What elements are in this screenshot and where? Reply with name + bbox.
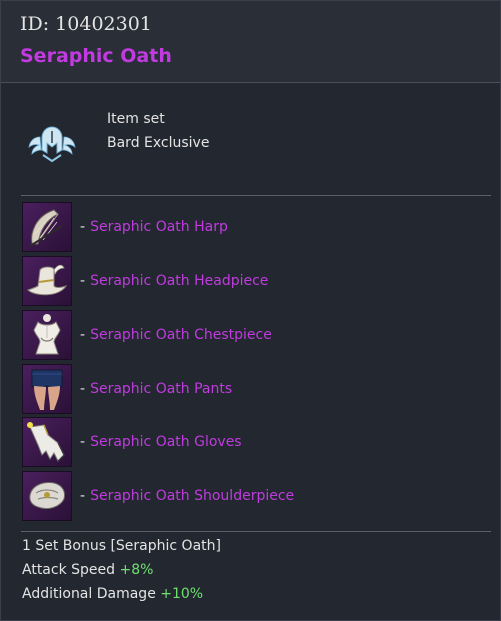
set-piece-gloves[interactable]: - Seraphic Oath Gloves [22,417,482,467]
piece-dash: - [80,488,86,504]
piece-link-gloves[interactable]: Seraphic Oath Gloves [90,434,242,450]
set-piece-harp[interactable]: - Seraphic Oath Harp [22,202,482,252]
bonus-stat-value: +10% [160,586,204,602]
piece-dash: - [80,327,86,343]
piece-link-chestpiece[interactable]: Seraphic Oath Chestpiece [90,327,272,343]
set-type-label: Item set [107,111,165,127]
piece-dash: - [80,381,86,397]
item-id: ID: 10402301 [20,13,152,35]
piece-dash: - [80,434,86,450]
piece-dash: - [80,273,86,289]
piece-link-headpiece[interactable]: Seraphic Oath Headpiece [90,273,268,289]
harp-icon [22,202,72,252]
bonus-stat-additional-damage: Additional Damage +10% [22,586,203,602]
set-piece-headpiece[interactable]: - Seraphic Oath Headpiece [22,256,482,306]
piece-link-harp[interactable]: Seraphic Oath Harp [90,219,228,235]
set-piece-shoulderpiece[interactable]: - Seraphic Oath Shoulderpiece [22,471,482,521]
piece-dash: - [80,219,86,235]
set-piece-pants[interactable]: - Seraphic Oath Pants [22,364,482,414]
shoulderpiece-icon [22,471,72,521]
set-bonus-title: 1 Set Bonus [Seraphic Oath] [22,538,221,554]
tooltip-header: ID: 10402301 Seraphic Oath [1,1,500,83]
gloves-icon [22,417,72,467]
set-piece-chestpiece[interactable]: - Seraphic Oath Chestpiece [22,310,482,360]
bonus-stat-label: Additional Damage [22,586,156,602]
piece-link-pants[interactable]: Seraphic Oath Pants [90,381,232,397]
bonus-stat-label: Attack Speed [22,562,116,578]
winged-helmet-icon [27,119,77,169]
chestpiece-icon [22,310,72,360]
piece-link-shoulderpiece[interactable]: Seraphic Oath Shoulderpiece [90,488,294,504]
divider [21,195,491,196]
bonus-stat-value: +8% [119,562,154,578]
pants-icon [22,364,72,414]
hat-icon [22,256,72,306]
item-tooltip: ID: 10402301 Seraphic Oath Item set Bard… [0,0,501,621]
bonus-stat-attack-speed: Attack Speed +8% [22,562,153,578]
divider [21,531,491,532]
item-name: Seraphic Oath [20,45,172,67]
set-class-label: Bard Exclusive [107,135,210,151]
